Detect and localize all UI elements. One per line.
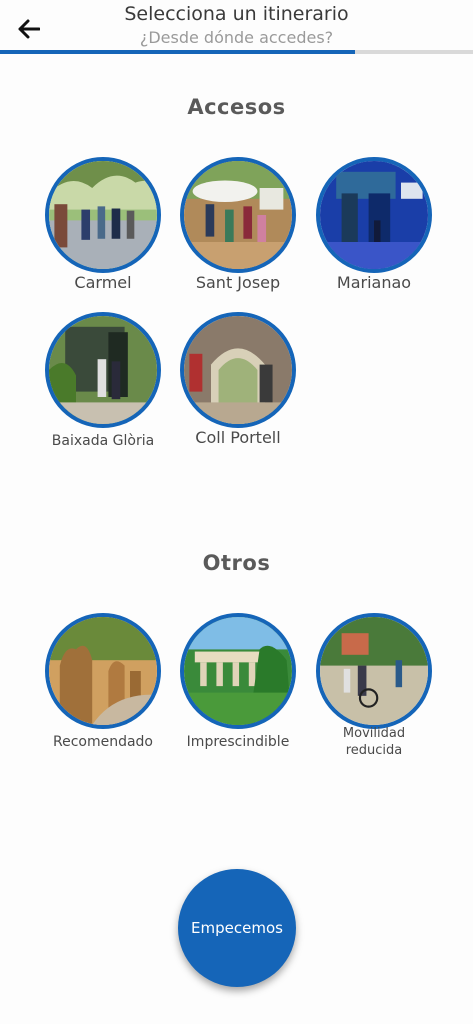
header: Selecciona un itinerario ¿Desde dónde ac… bbox=[0, 0, 473, 56]
start-button[interactable]: Empecemos bbox=[178, 869, 296, 987]
access-label-sant-josep: Sant Josep bbox=[195, 273, 281, 292]
section-title-accesos: Accesos bbox=[187, 95, 286, 119]
access-label-carmel: Carmel bbox=[74, 273, 132, 292]
access-item-marianao[interactable]: Marianao bbox=[309, 157, 439, 307]
imprescindible-photo bbox=[180, 613, 296, 729]
route-label-imprescindible: Imprescindible bbox=[186, 734, 290, 750]
access-label-marianao: Marianao bbox=[336, 273, 412, 292]
route-item-recomendado[interactable]: Recomendado bbox=[38, 613, 168, 763]
access-label-baixada-gloria: Baixada Glòria bbox=[51, 433, 155, 449]
recomendado-photo bbox=[45, 613, 161, 729]
movilidad-reducida-photo bbox=[316, 613, 432, 729]
route-label-movilidad-line2: reducida bbox=[345, 743, 403, 758]
access-item-coll-portell[interactable]: Coll Portell bbox=[173, 312, 303, 462]
section-title-otros: Otros bbox=[202, 551, 271, 575]
marianao-photo bbox=[316, 157, 432, 273]
route-item-movilidad-reducida[interactable]: Movilidad reducida bbox=[309, 613, 439, 763]
carmel-photo bbox=[45, 157, 161, 273]
sant-josep-photo bbox=[180, 157, 296, 273]
access-item-sant-josep[interactable]: Sant Josep bbox=[173, 157, 303, 307]
route-item-imprescindible[interactable]: Imprescindible bbox=[173, 613, 303, 763]
route-label-recomendado: Recomendado bbox=[52, 734, 154, 750]
page-title: Selecciona un itinerario bbox=[124, 3, 349, 25]
coll-portell-photo bbox=[180, 312, 296, 428]
route-label-movilidad-reducida: Movilidad reducida bbox=[299, 725, 449, 759]
baixada-gloria-photo bbox=[45, 312, 161, 428]
access-item-carmel[interactable]: Carmel bbox=[38, 157, 168, 307]
route-label-movilidad-line1: Movilidad bbox=[342, 726, 406, 741]
page-subtitle: ¿Desde dónde accedes? bbox=[139, 28, 334, 47]
progress-bar-fill bbox=[0, 50, 355, 54]
access-label-coll-portell: Coll Portell bbox=[195, 428, 281, 447]
access-item-baixada-gloria[interactable]: Baixada Glòria bbox=[38, 312, 168, 462]
progress-bar bbox=[0, 50, 473, 54]
